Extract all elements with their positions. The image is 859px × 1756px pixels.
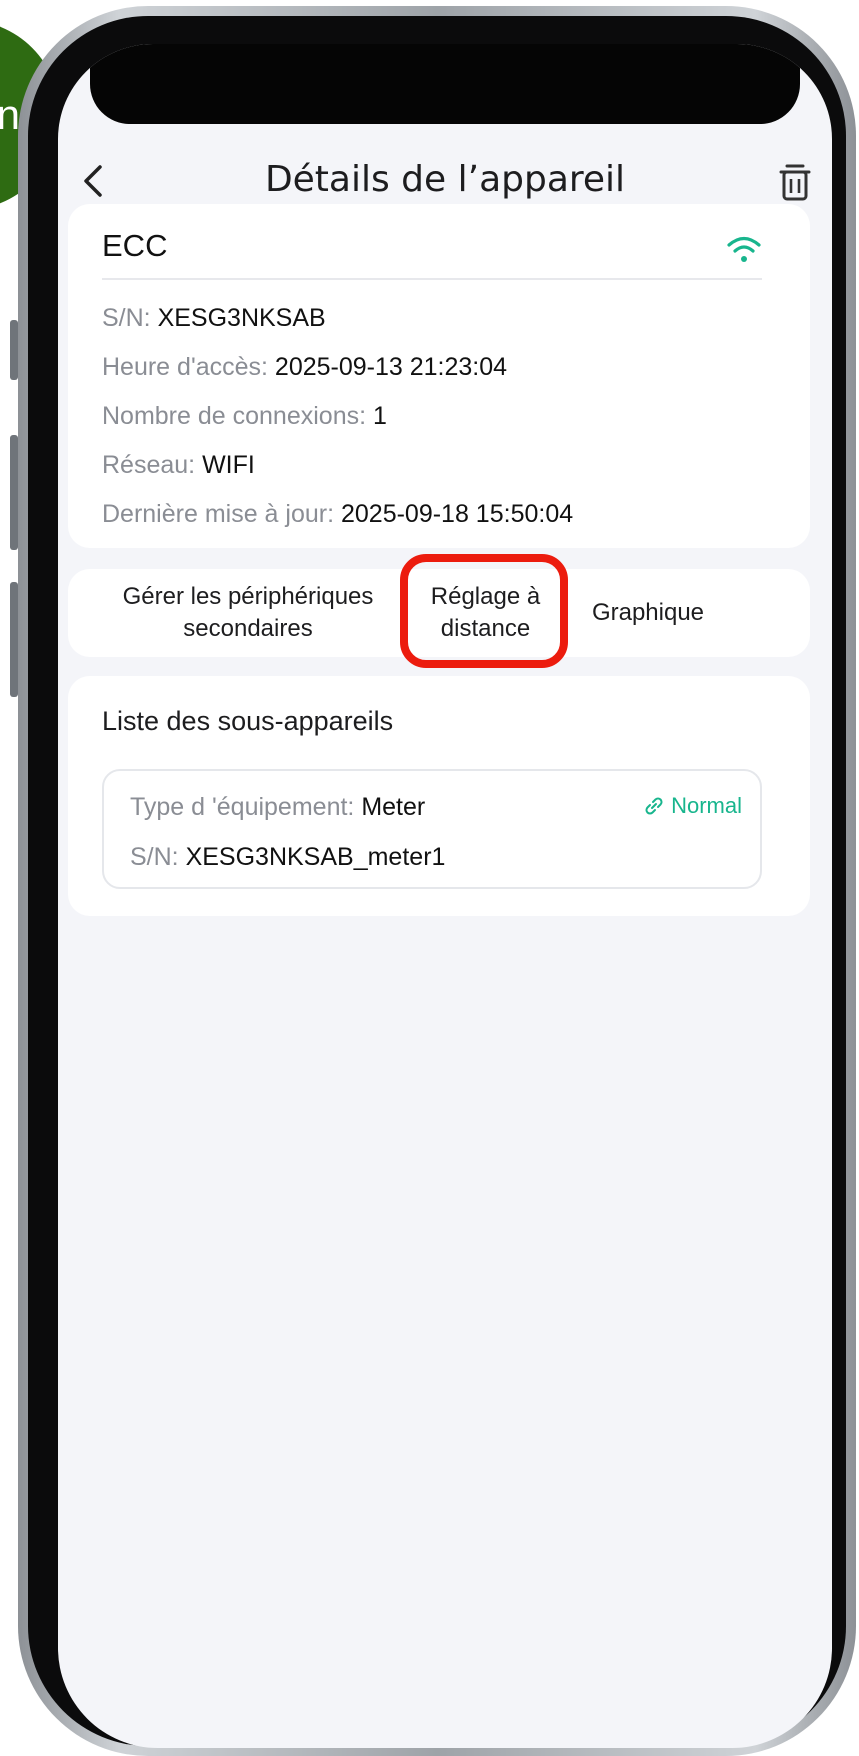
stage: n Détails de l’appareil ECC S/N: XESG3NK… [0, 0, 859, 1756]
page-title: Détails de l’appareil [264, 159, 626, 200]
wifi-icon [727, 236, 761, 262]
sub-device-serial-value: XESG3NKSAB_meter1 [185, 843, 446, 871]
sub-device-list-title: Liste des sous-appareils [102, 706, 394, 736]
tab-manage-line2: secondaires [183, 615, 313, 642]
network-label: Réseau: [102, 451, 203, 479]
delete-button[interactable] [778, 163, 812, 203]
network-value: WIFI [202, 451, 255, 479]
equipment-type-label: Type d 'équipement: [130, 793, 362, 821]
device-name: ECC [102, 228, 168, 263]
access-time-label: Heure d'accès: [102, 353, 275, 381]
phone-screen: Détails de l’appareil ECC S/N: XESG3NKSA… [58, 44, 832, 1748]
device-card: ECC S/N: XESG3NKSAB Heure d'accès: 2025-… [68, 204, 810, 548]
serial-label: S/N: [102, 304, 158, 332]
trash-icon [779, 164, 811, 201]
equipment-type-value: Meter [361, 793, 426, 821]
access-time-row: Heure d'accès: 2025-09-13 21:23:04 [102, 353, 507, 382]
status-label: Normal [671, 793, 742, 818]
equipment-type-row: Type d 'équipement: Meter [130, 793, 425, 822]
mute-switch [10, 320, 18, 380]
serial-row: S/N: XESG3NKSAB [102, 304, 326, 333]
connections-value: 1 [372, 402, 387, 430]
device-divider [102, 278, 762, 280]
tab-remote-line1: Réglage à [430, 583, 541, 610]
notch [90, 44, 800, 124]
last-update-value: 2025-09-18 15:50:04 [340, 500, 574, 528]
action-tabs: Gérer les périphériques secondaires Régl… [68, 569, 810, 657]
last-update-label: Dernière mise à jour: [102, 500, 341, 528]
link-icon [645, 797, 663, 815]
access-time-value: 2025-09-13 21:23:04 [274, 353, 508, 381]
last-update-row: Dernière mise à jour: 2025-09-18 15:50:0… [102, 500, 573, 529]
sub-device-serial-row: S/N: XESG3NKSAB_meter1 [130, 843, 445, 872]
sub-device-list-card: Liste des sous-appareils Type d 'équipem… [68, 676, 810, 916]
sub-device-serial-label: S/N: [130, 843, 186, 871]
tab-chart-label: Graphique [591, 599, 705, 626]
step-badge-text: n [0, 91, 20, 138]
connections-label: Nombre de connexions: [102, 402, 373, 430]
tab-remote-line2: distance [440, 615, 531, 642]
volume-up-button [10, 435, 18, 550]
volume-down-button [10, 582, 18, 697]
connection-status: Normal [643, 793, 742, 819]
tab-chart[interactable]: Graphique [568, 569, 728, 657]
serial-value: XESG3NKSAB [157, 304, 326, 332]
sub-device-item[interactable]: Type d 'équipement: Meter S/N: XESG3NKSA… [102, 769, 762, 889]
tab-manage-line1: Gérer les périphériques [122, 583, 374, 610]
tab-remote-setting[interactable]: Réglage à distance [413, 569, 558, 657]
connections-row: Nombre de connexions: 1 [102, 402, 387, 431]
tab-manage-secondary-devices[interactable]: Gérer les périphériques secondaires [98, 569, 398, 657]
network-row: Réseau: WIFI [102, 451, 255, 480]
